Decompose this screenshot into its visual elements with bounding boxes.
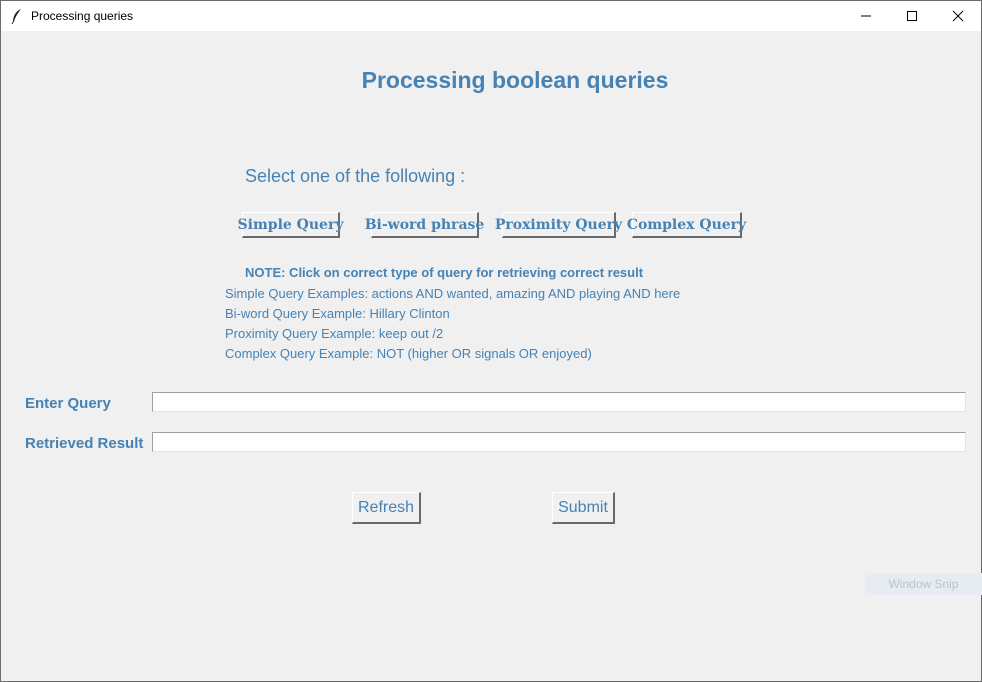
complex-query-example: Complex Query Example: NOT (higher OR si… [225, 346, 592, 361]
window-snip-overlay: Window Snip [865, 573, 982, 595]
submit-button[interactable]: Submit [552, 492, 615, 524]
refresh-button[interactable]: Refresh [352, 492, 421, 524]
maximize-icon [907, 11, 917, 21]
complex-query-button[interactable]: Complex Query [627, 212, 746, 238]
biword-query-example: Bi-word Query Example: Hillary Clinton [225, 306, 450, 321]
simple-query-example: Simple Query Examples: actions AND wante… [225, 286, 681, 301]
enter-query-label: Enter Query [25, 395, 111, 412]
proximity-query-example: Proximity Query Example: keep out /2 [225, 326, 444, 341]
query-input[interactable] [152, 392, 966, 412]
select-instruction: Select one of the following : [245, 166, 466, 186]
close-button[interactable] [935, 1, 981, 31]
close-icon [952, 10, 964, 22]
result-field[interactable] [152, 432, 966, 452]
page-title: Processing boolean queries [361, 67, 669, 93]
window-title: Processing queries [31, 9, 134, 23]
title-bar[interactable]: Processing queries [1, 1, 981, 31]
minimize-button[interactable] [843, 1, 889, 31]
biword-phrase-button[interactable]: Bi-word phrase [365, 212, 484, 238]
note-text: NOTE: Click on correct type of query for… [245, 265, 644, 280]
retrieved-result-label: Retrieved Result [25, 435, 144, 452]
simple-query-button[interactable]: Simple Query [238, 212, 343, 238]
app-window: Processing queries Processing boolean qu… [0, 0, 982, 682]
minimize-icon [861, 15, 871, 17]
maximize-button[interactable] [889, 1, 935, 31]
proximity-query-button[interactable]: Proximity Query [495, 212, 622, 238]
feather-icon [10, 8, 24, 25]
